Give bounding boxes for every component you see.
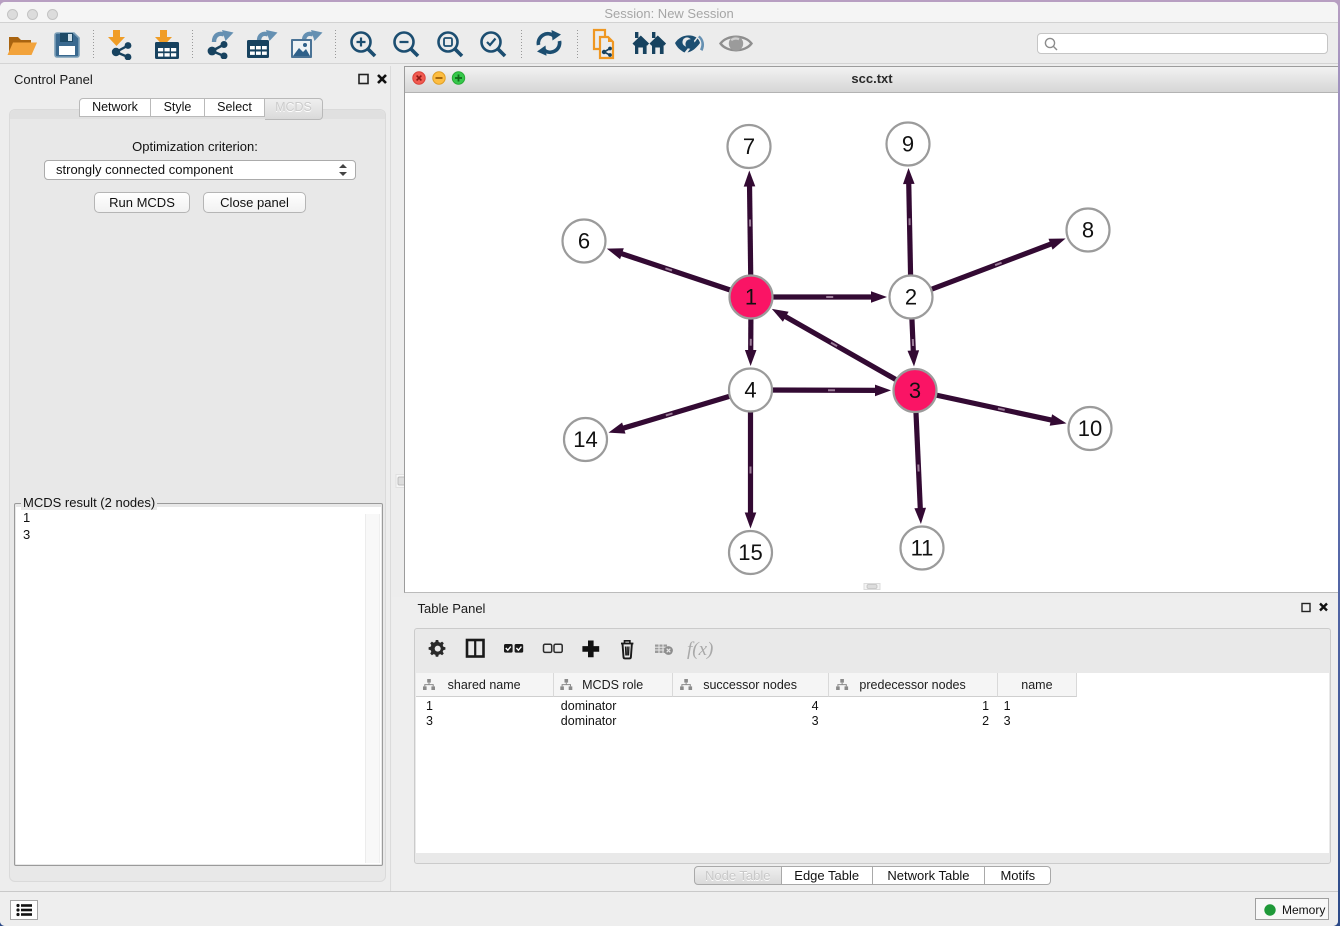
svg-text:7: 7 [743,134,755,159]
svg-text:f(x): f(x) [687,639,713,660]
svg-text:11: 11 [911,536,934,561]
svg-text:9: 9 [902,132,914,157]
svg-text:8: 8 [1082,218,1094,243]
svg-text:3: 3 [909,378,921,403]
svg-text:15: 15 [738,540,762,565]
svg-text:4: 4 [744,378,756,403]
svg-text:2: 2 [905,285,917,310]
svg-text:6: 6 [578,229,590,254]
svg-text:14: 14 [573,427,597,452]
svg-text:10: 10 [1078,416,1102,441]
svg-text:1: 1 [745,285,757,310]
